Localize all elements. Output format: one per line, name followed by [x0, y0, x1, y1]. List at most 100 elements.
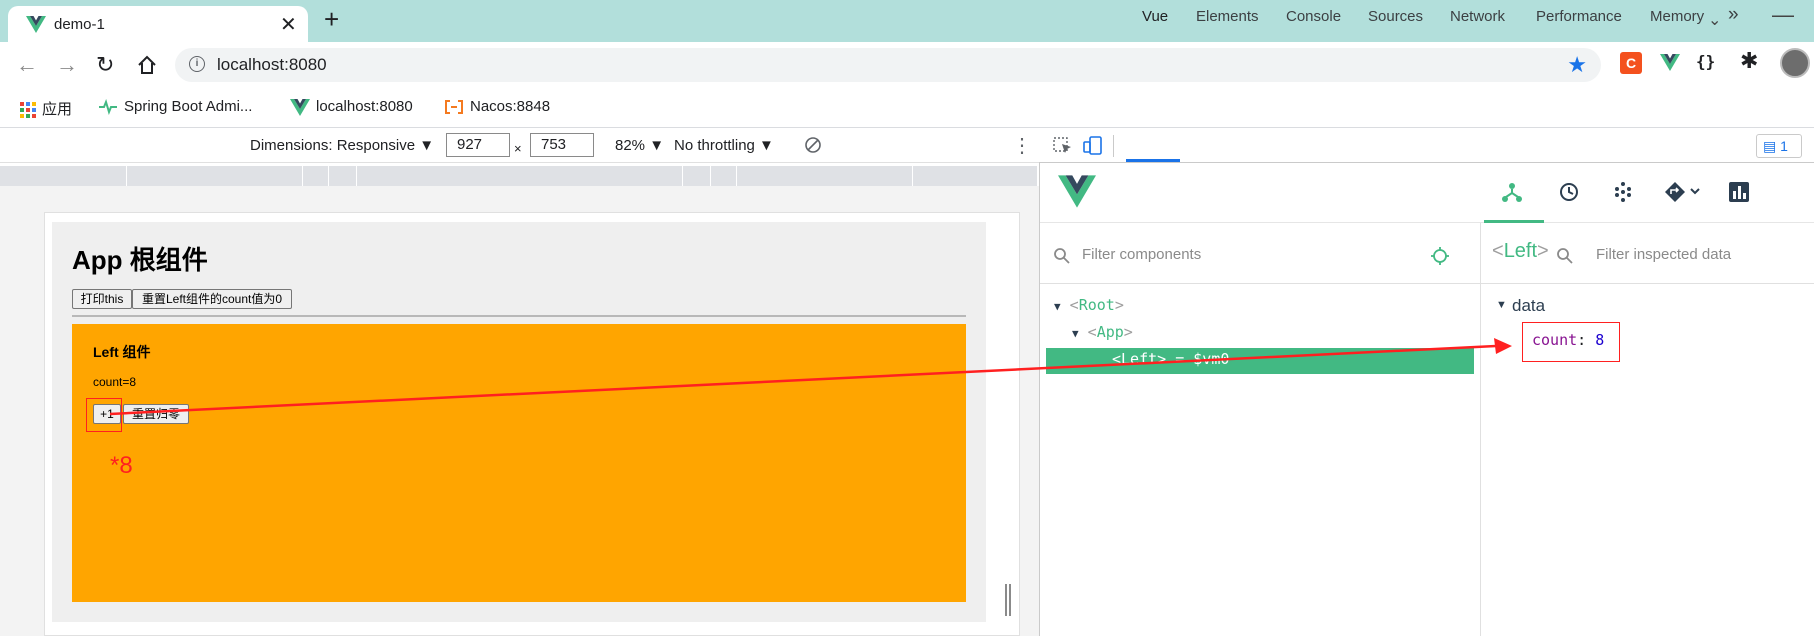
- media-query-ruler: [0, 166, 1037, 186]
- tag-close: >: [1537, 240, 1549, 262]
- issues-badge[interactable]: ▤ 1: [1756, 134, 1802, 158]
- vue-logo-icon: [26, 16, 46, 33]
- tab-vue[interactable]: Vue: [1142, 8, 1168, 25]
- print-this-button[interactable]: 打印this: [72, 289, 132, 309]
- select-component-target-icon[interactable]: [1430, 246, 1450, 266]
- tree-node-left-selected[interactable]: [1046, 348, 1474, 374]
- tab-title: demo-1: [54, 16, 105, 33]
- info-icon[interactable]: i: [189, 56, 205, 72]
- left-component-title: Left 组件: [93, 344, 151, 360]
- vue-logo-icon: [1058, 175, 1096, 208]
- resize-handle[interactable]: [1005, 584, 1011, 616]
- bookmark-label: Nacos:8848: [470, 98, 551, 115]
- pane-splitter[interactable]: [1480, 223, 1481, 636]
- vue-devtools-extension-icon[interactable]: [1660, 54, 1680, 71]
- tab-elements[interactable]: Elements: [1196, 8, 1259, 25]
- divider: [72, 315, 966, 317]
- count-data-row[interactable]: count: 8: [1532, 331, 1604, 349]
- bookmark-label: Spring Boot Admi...: [124, 98, 253, 115]
- plus-button-highlight: [86, 398, 122, 432]
- throttling-select[interactable]: No throttling ▼: [674, 137, 774, 154]
- bookmark-nacos[interactable]: Nacos:8848: [444, 98, 550, 115]
- active-nav-indicator: [1484, 220, 1544, 223]
- tab-sources[interactable]: Sources: [1368, 8, 1423, 25]
- viewport-width-input[interactable]: 927: [446, 133, 510, 157]
- heartbeat-icon: [99, 99, 117, 116]
- tab-network[interactable]: Network: [1450, 8, 1505, 25]
- data-section-label: data: [1512, 296, 1546, 315]
- profile-avatar[interactable]: [1780, 48, 1810, 78]
- routing-icon[interactable]: [1664, 181, 1702, 203]
- tree-node-label: Root: [1078, 296, 1115, 314]
- rotate-icon[interactable]: [804, 136, 822, 154]
- address-bar[interactable]: i localhost:8080 ★: [175, 48, 1601, 82]
- bookmark-spring-boot-admin[interactable]: Spring Boot Admi...: [98, 98, 253, 116]
- device-toggle-icon[interactable]: [1083, 136, 1103, 156]
- components-tree-icon[interactable]: [1501, 181, 1523, 203]
- tab-memory[interactable]: Memory: [1650, 8, 1704, 25]
- bookmarks-bar: 应用 Spring Boot Admi... localhost:8080 Na…: [0, 90, 1814, 128]
- left-component-box: [72, 324, 966, 602]
- chevron-down-icon[interactable]: ⌄: [1708, 10, 1721, 30]
- device-toolbar: Dimensions: Responsive ▼ 927 × 753 82% ▼…: [0, 129, 1039, 163]
- apps-grid-icon: [20, 102, 36, 119]
- issues-icon: ▤: [1763, 138, 1781, 154]
- timeline-history-icon[interactable]: [1558, 181, 1580, 203]
- zoom-select[interactable]: 82% ▼: [615, 137, 664, 154]
- back-icon[interactable]: ←: [16, 52, 38, 78]
- times-sign: ×: [514, 141, 522, 156]
- filter-inspected-input[interactable]: Filter inspected data: [1596, 246, 1731, 263]
- toolbar: ← → ↻ i localhost:8080 ★ C {} ✱: [0, 42, 1814, 90]
- bookmark-label: 应用: [42, 101, 73, 118]
- search-icon: [1054, 248, 1070, 264]
- tree-node-app[interactable]: ▼ <App>: [1072, 323, 1133, 341]
- reset-zero-button[interactable]: 重置归零: [123, 404, 189, 424]
- bookmark-star-icon[interactable]: ★: [1567, 52, 1587, 78]
- tag-name: Left: [1503, 240, 1538, 262]
- minimize-icon[interactable]: —: [1772, 2, 1794, 28]
- tag-open: <: [1492, 240, 1504, 262]
- components-filter-row: Filter components: [1040, 230, 1480, 284]
- vue-devtools-header: [1040, 163, 1814, 223]
- inspect-element-icon[interactable]: [1053, 137, 1073, 155]
- inspected-component-name: <Left>: [1492, 240, 1549, 263]
- more-options-icon[interactable]: ⋮: [1012, 133, 1032, 158]
- browser-tab[interactable]: demo-1 ✕: [8, 6, 308, 42]
- close-tab-icon[interactable]: ✕: [280, 12, 297, 37]
- json-extension-icon[interactable]: {}: [1696, 52, 1715, 71]
- click-count-annotation: *8: [110, 452, 133, 479]
- page-title: App 根组件: [72, 245, 208, 275]
- url-text: localhost:8080: [217, 55, 327, 74]
- extension-c-icon[interactable]: C: [1620, 52, 1642, 74]
- issues-count: 1: [1780, 138, 1788, 154]
- dimensions-select[interactable]: Dimensions: Responsive ▼: [250, 137, 434, 154]
- filter-components-input[interactable]: Filter components: [1082, 246, 1201, 263]
- bookmark-localhost[interactable]: localhost:8080: [290, 98, 413, 116]
- forward-icon[interactable]: →: [56, 52, 78, 78]
- expand-triangle-icon[interactable]: ▼: [1496, 299, 1507, 311]
- reload-icon[interactable]: ↻: [96, 52, 114, 78]
- tab-console[interactable]: Console: [1286, 8, 1341, 25]
- home-icon[interactable]: [137, 55, 157, 75]
- nacos-icon: [445, 100, 463, 115]
- viewport-height-input[interactable]: 753: [530, 133, 594, 157]
- extensions-puzzle-icon[interactable]: ✱: [1740, 48, 1758, 74]
- performance-chart-icon[interactable]: [1728, 181, 1750, 203]
- reset-left-count-button[interactable]: 重置Left组件的count值为0: [132, 289, 292, 309]
- search-icon: [1557, 248, 1573, 264]
- devtools-tab-bar: [1039, 129, 1814, 163]
- expand-triangle-icon[interactable]: ▼: [1072, 327, 1079, 340]
- tree-node-root[interactable]: ▼ <Root>: [1054, 296, 1124, 314]
- vue-logo-icon: [290, 98, 310, 116]
- data-value: 8: [1595, 331, 1605, 349]
- data-key: count: [1532, 331, 1578, 349]
- data-sep: :: [1577, 331, 1596, 349]
- tree-node-label: App: [1096, 323, 1124, 341]
- new-tab-icon[interactable]: +: [324, 4, 339, 35]
- expand-triangle-icon[interactable]: ▼: [1054, 300, 1061, 313]
- tab-performance[interactable]: Performance: [1536, 8, 1622, 25]
- more-tabs-icon[interactable]: »: [1728, 4, 1739, 26]
- plugins-grid-icon[interactable]: [1612, 181, 1634, 203]
- count-display: count=8: [93, 375, 137, 389]
- bookmark-apps[interactable]: 应用: [20, 98, 72, 119]
